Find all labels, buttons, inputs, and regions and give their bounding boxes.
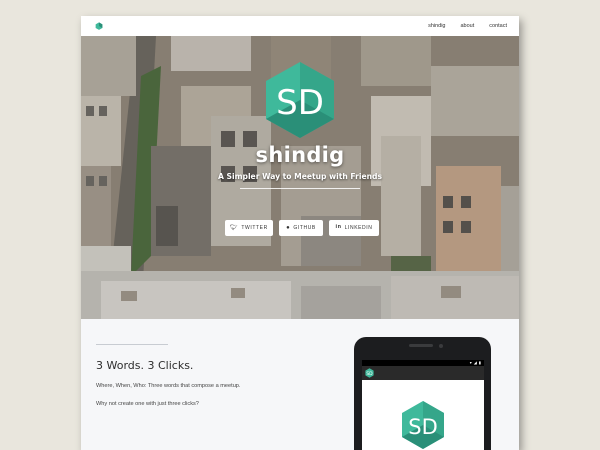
app-bar-logo: SD <box>365 368 374 378</box>
hero-title: shindig <box>255 143 345 167</box>
hero-tagline: A Simpler Way to Meetup with Friends <box>218 172 382 181</box>
phone-camera <box>439 344 443 348</box>
phone-screen: ▾ ◢ ▮ SD SD <box>362 360 484 450</box>
battery-icon: ▮ <box>478 360 481 365</box>
social-buttons: 🐦︎ TWITTER ● GITHUB in LINKEDIN <box>81 220 519 236</box>
section-paragraph-1: Where, When, Who: Three words that compo… <box>96 383 241 389</box>
hero-divider <box>240 188 360 189</box>
section-divider <box>96 344 168 345</box>
twitter-button[interactable]: 🐦︎ TWITTER <box>225 220 273 236</box>
github-button[interactable]: ● GITHUB <box>279 220 323 236</box>
nav-link-shindig[interactable]: shindig <box>428 23 445 29</box>
github-icon: ● <box>286 225 291 231</box>
linkedin-button-label: LINKEDIN <box>344 225 373 231</box>
nav-links: shindig about contact <box>428 23 507 29</box>
section-heading: 3 Words. 3 Clicks. <box>96 359 194 372</box>
hero-banner: SD shindig A Simpler Way to Meetup with … <box>81 36 519 319</box>
twitter-icon: 🐦︎ <box>230 225 239 231</box>
linkedin-button[interactable]: in LINKEDIN <box>329 220 379 236</box>
shindig-logo-icon[interactable] <box>95 22 103 30</box>
github-button-label: GITHUB <box>293 225 316 231</box>
app-bar-logo-text: SD <box>366 371 373 377</box>
phone-speaker <box>409 344 433 347</box>
website-page: shindig about contact SD shindig A Simpl… <box>81 16 519 450</box>
phone-mockup: ▾ ◢ ▮ SD SD <box>354 337 491 450</box>
phone-screen-logo-text: SD <box>408 415 438 439</box>
section-paragraph-2: Why not create one with just three click… <box>96 401 199 407</box>
twitter-button-label: TWITTER <box>241 225 268 231</box>
hero-logo-text: SD <box>276 83 324 123</box>
nav-link-contact[interactable]: contact <box>489 23 507 29</box>
nav-link-about[interactable]: about <box>461 23 475 29</box>
features-section: 3 Words. 3 Clicks. Where, When, Who: Thr… <box>81 319 519 450</box>
top-nav: shindig about contact <box>81 16 519 36</box>
wifi-icon: ▾ <box>469 360 472 365</box>
shindig-hexagon-logo: SD <box>266 62 334 138</box>
linkedin-icon: in <box>335 224 342 231</box>
phone-screen-logo: SD <box>402 401 444 449</box>
phone-app-bar: SD <box>362 366 484 380</box>
signal-icon: ◢ <box>473 360 477 365</box>
